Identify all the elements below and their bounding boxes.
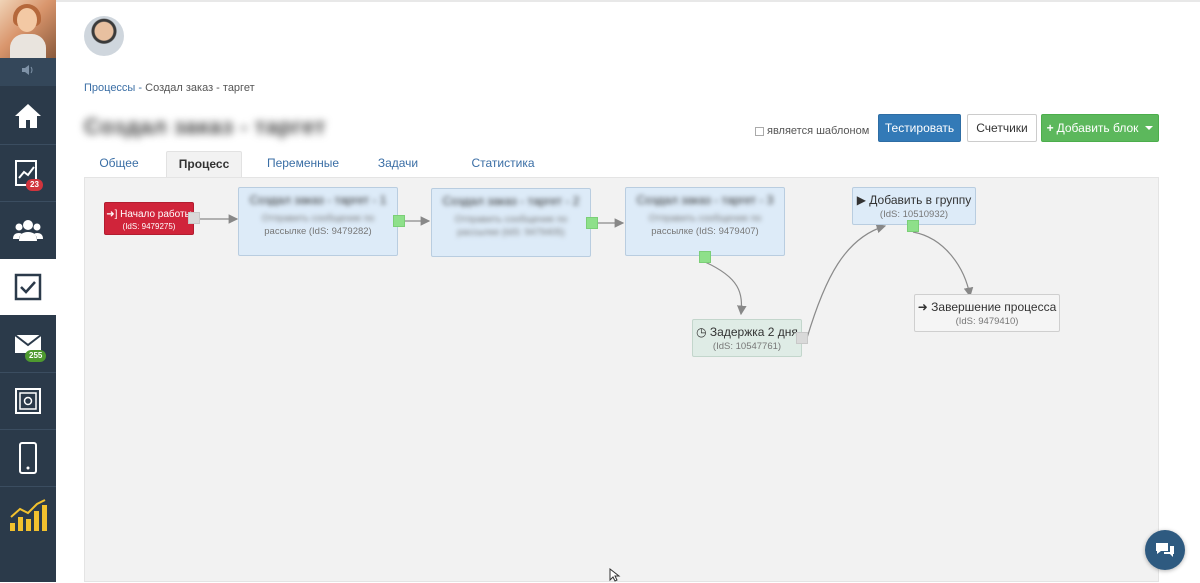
node-delay-port[interactable] (796, 332, 808, 344)
sidebar-item-analytics[interactable] (0, 487, 56, 543)
breadcrumb-current: Создал заказ - таргет (145, 82, 255, 94)
breadcrumb-processes-link[interactable]: Процессы - (84, 82, 142, 94)
breadcrumb: Процессы - Создал заказ - таргет (84, 82, 255, 94)
sidebar-item-processes[interactable] (0, 259, 56, 315)
sidebar-item-mobile[interactable] (0, 430, 56, 486)
analytics-icon (10, 499, 47, 531)
checkbox-box[interactable] (755, 126, 764, 136)
chat-icon (1156, 543, 1174, 557)
edge-group-end (912, 231, 974, 298)
node-start-id: (IdS: 9479275) (122, 222, 176, 231)
sidebar-item-home[interactable] (0, 88, 56, 144)
edge-block3-delay (704, 261, 747, 316)
home-icon (15, 104, 41, 128)
node-block3-title: Создал заказ - таргет - 3 (636, 193, 774, 207)
tabs: Общее Процесс Переменные Задачи Статисти… (84, 151, 1159, 177)
node-group-port[interactable] (907, 220, 919, 232)
tab-general[interactable]: Общее (84, 151, 154, 177)
profile-avatar[interactable] (84, 16, 124, 56)
stats-badge: 23 (26, 179, 43, 191)
sidebar-item-contacts[interactable] (0, 202, 56, 258)
checkbox-icon (14, 273, 42, 301)
process-canvas[interactable]: ➜] Начало работы (IdS: 9479275) Создал з… (84, 177, 1159, 582)
tab-statistics[interactable]: Статистика (448, 151, 558, 177)
node-delay-id: (IdS: 10547761) (712, 341, 782, 352)
node-end-id: (IdS: 9479410) (955, 316, 1019, 327)
top-border (56, 0, 1200, 2)
node-block2-line2: Отправить сообщение по (454, 214, 568, 225)
node-block2[interactable]: Создал заказ - таргет - 2 Отправить сооб… (431, 188, 591, 257)
page-title: Создал заказ - таргет (84, 114, 326, 139)
node-end-title: Завершение процесса (931, 300, 1057, 314)
node-block2-port[interactable] (586, 217, 598, 229)
node-end[interactable]: ➜ Завершение процесса (IdS: 9479410) (914, 294, 1060, 332)
node-block1-title: Создал заказ - таргет - 1 (249, 193, 387, 207)
mail-badge: 255 (25, 350, 47, 362)
add-block-label: Добавить блок (1056, 121, 1139, 135)
node-block3-line3: рассылке (IdS: 9479407) (651, 226, 759, 237)
sign-in-icon: ➜] (106, 209, 118, 220)
mouse-cursor-icon (609, 568, 621, 582)
node-block3-line2: Отправить сообщение по (648, 213, 762, 224)
users-icon (13, 220, 43, 241)
node-start[interactable]: ➜] Начало работы (IdS: 9479275) (104, 202, 194, 235)
template-label: является шаблоном (767, 125, 870, 137)
tab-process[interactable]: Процесс (166, 151, 242, 177)
sidebar-item-stats[interactable]: 23 (0, 145, 56, 201)
edge-delay-group (806, 223, 887, 339)
add-block-button[interactable]: + Добавить блок (1041, 114, 1159, 142)
safe-icon (15, 388, 41, 414)
node-delay[interactable]: ◷ Задержка 2 дня (IdS: 10547761) (692, 319, 802, 357)
plus-icon: + (1046, 121, 1054, 135)
play-icon: ▶ (856, 193, 866, 207)
mobile-icon (19, 442, 37, 474)
node-block1-port[interactable] (393, 215, 405, 227)
counters-button[interactable]: Счетчики (967, 114, 1037, 142)
node-group-id: (IdS: 10510932) (879, 209, 949, 220)
node-block3-port[interactable] (699, 251, 711, 263)
tab-variables[interactable]: Переменные (258, 151, 348, 177)
node-block1[interactable]: Создал заказ - таргет - 1 Отправить сооб… (238, 187, 398, 256)
node-block2-title: Создал заказ - таргет - 2 (442, 194, 580, 208)
test-button[interactable]: Тестировать (878, 114, 961, 142)
node-group-title: Добавить в группу (869, 193, 972, 207)
node-block3[interactable]: Создал заказ - таргет - 3 Отправить сооб… (625, 187, 785, 256)
node-block2-line3: рассылке (IdS: 9479405) (457, 227, 565, 238)
user-avatar[interactable] (0, 0, 56, 58)
clock-icon: ◷ (696, 325, 707, 339)
sign-out-icon: ➜ (917, 300, 928, 314)
sidebar: 23 255 (0, 0, 56, 582)
node-start-port[interactable] (188, 212, 200, 224)
template-checkbox[interactable]: является шаблоном (755, 125, 869, 137)
node-block1-line2: Отправить сообщение по (261, 213, 375, 224)
node-start-title: Начало работы (120, 209, 192, 220)
sidebar-item-safe[interactable] (0, 373, 56, 429)
sidebar-item-mail[interactable]: 255 (0, 316, 56, 372)
caret-down-icon (1145, 126, 1154, 130)
node-delay-title: Задержка 2 дня (709, 325, 798, 339)
node-block1-line3: рассылке (IdS: 9479282) (264, 226, 372, 237)
chat-button[interactable] (1145, 530, 1185, 570)
tab-tasks[interactable]: Задачи (366, 151, 430, 177)
speaker-icon[interactable] (0, 58, 56, 86)
